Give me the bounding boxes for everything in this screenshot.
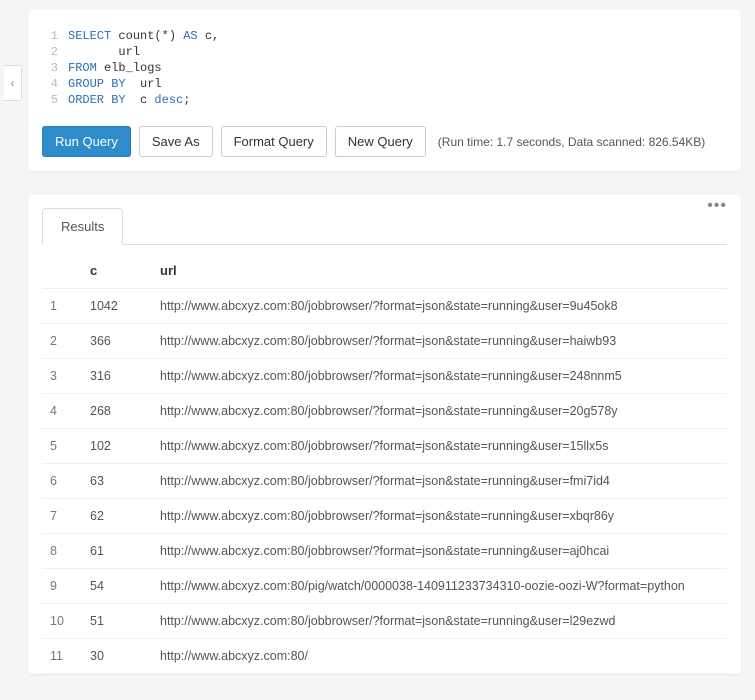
code-line[interactable]: url [68, 44, 219, 60]
table-row[interactable]: 663http://www.abcxyz.com:80/jobbrowser/?… [42, 464, 727, 499]
code-area[interactable]: SELECT count(*) AS c, urlFROM elb_logsGR… [68, 28, 219, 108]
table-row[interactable]: 861http://www.abcxyz.com:80/jobbrowser/?… [42, 534, 727, 569]
cell-count: 51 [82, 604, 152, 639]
results-panel: ••• Results c url 11042http://www.abcxyz… [28, 195, 741, 674]
cell-url: http://www.abcxyz.com:80/jobbrowser/?for… [152, 394, 727, 429]
cell-row-number: 2 [42, 324, 82, 359]
cell-row-number: 6 [42, 464, 82, 499]
cell-row-number: 3 [42, 359, 82, 394]
table-row[interactable]: 4268http://www.abcxyz.com:80/jobbrowser/… [42, 394, 727, 429]
line-number: 3 [40, 60, 58, 76]
table-row[interactable]: 1130http://www.abcxyz.com:80/ [42, 639, 727, 674]
table-row[interactable]: 3316http://www.abcxyz.com:80/jobbrowser/… [42, 359, 727, 394]
cell-url: http://www.abcxyz.com:80/jobbrowser/?for… [152, 499, 727, 534]
results-table: c url 11042http://www.abcxyz.com:80/jobb… [42, 251, 727, 674]
cell-url: http://www.abcxyz.com:80/jobbrowser/?for… [152, 289, 727, 324]
line-number: 2 [40, 44, 58, 60]
code-line[interactable]: SELECT count(*) AS c, [68, 28, 219, 44]
cell-url: http://www.abcxyz.com:80/jobbrowser/?for… [152, 324, 727, 359]
line-number-gutter: 12345 [40, 28, 68, 108]
line-number: 4 [40, 76, 58, 92]
chevron-left-icon: ‹ [11, 76, 15, 90]
table-row[interactable]: 1051http://www.abcxyz.com:80/jobbrowser/… [42, 604, 727, 639]
cell-url: http://www.abcxyz.com:80/jobbrowser/?for… [152, 604, 727, 639]
query-editor-panel: 12345 SELECT count(*) AS c, urlFROM elb_… [28, 10, 741, 171]
line-number: 1 [40, 28, 58, 44]
new-query-button[interactable]: New Query [335, 126, 426, 157]
cell-row-number: 1 [42, 289, 82, 324]
cell-row-number: 10 [42, 604, 82, 639]
cell-url: http://www.abcxyz.com:80/pig/watch/00000… [152, 569, 727, 604]
tab-results[interactable]: Results [42, 208, 123, 245]
query-status-text: (Run time: 1.7 seconds, Data scanned: 82… [438, 135, 706, 149]
editor-toolbar: Run Query Save As Format Query New Query… [28, 126, 741, 157]
format-query-button[interactable]: Format Query [221, 126, 327, 157]
col-url: url [152, 251, 727, 289]
run-query-button[interactable]: Run Query [42, 126, 131, 157]
results-header-row: c url [42, 251, 727, 289]
col-c: c [82, 251, 152, 289]
save-as-button[interactable]: Save As [139, 126, 213, 157]
cell-url: http://www.abcxyz.com:80/jobbrowser/?for… [152, 359, 727, 394]
cell-row-number: 4 [42, 394, 82, 429]
line-number: 5 [40, 92, 58, 108]
cell-count: 366 [82, 324, 152, 359]
cell-count: 268 [82, 394, 152, 429]
cell-row-number: 9 [42, 569, 82, 604]
code-line[interactable]: ORDER BY c desc; [68, 92, 219, 108]
sql-editor[interactable]: 12345 SELECT count(*) AS c, urlFROM elb_… [40, 20, 729, 126]
table-row[interactable]: 762http://www.abcxyz.com:80/jobbrowser/?… [42, 499, 727, 534]
table-row[interactable]: 5102http://www.abcxyz.com:80/jobbrowser/… [42, 429, 727, 464]
table-row[interactable]: 11042http://www.abcxyz.com:80/jobbrowser… [42, 289, 727, 324]
table-row[interactable]: 954http://www.abcxyz.com:80/pig/watch/00… [42, 569, 727, 604]
cell-count: 62 [82, 499, 152, 534]
cell-url: http://www.abcxyz.com:80/jobbrowser/?for… [152, 534, 727, 569]
code-line[interactable]: GROUP BY url [68, 76, 219, 92]
cell-row-number: 8 [42, 534, 82, 569]
panel-collapse-toggle[interactable]: ‹ [4, 65, 22, 101]
cell-count: 102 [82, 429, 152, 464]
cell-row-number: 11 [42, 639, 82, 674]
code-line[interactable]: FROM elb_logs [68, 60, 219, 76]
cell-row-number: 7 [42, 499, 82, 534]
results-tabs: Results [42, 207, 727, 245]
cell-row-number: 5 [42, 429, 82, 464]
cell-count: 61 [82, 534, 152, 569]
cell-count: 1042 [82, 289, 152, 324]
cell-url: http://www.abcxyz.com:80/jobbrowser/?for… [152, 429, 727, 464]
cell-url: http://www.abcxyz.com:80/ [152, 639, 727, 674]
table-row[interactable]: 2366http://www.abcxyz.com:80/jobbrowser/… [42, 324, 727, 359]
cell-count: 316 [82, 359, 152, 394]
cell-count: 30 [82, 639, 152, 674]
cell-count: 54 [82, 569, 152, 604]
more-menu-icon[interactable]: ••• [707, 197, 727, 215]
cell-url: http://www.abcxyz.com:80/jobbrowser/?for… [152, 464, 727, 499]
cell-count: 63 [82, 464, 152, 499]
col-rownum [42, 251, 82, 289]
